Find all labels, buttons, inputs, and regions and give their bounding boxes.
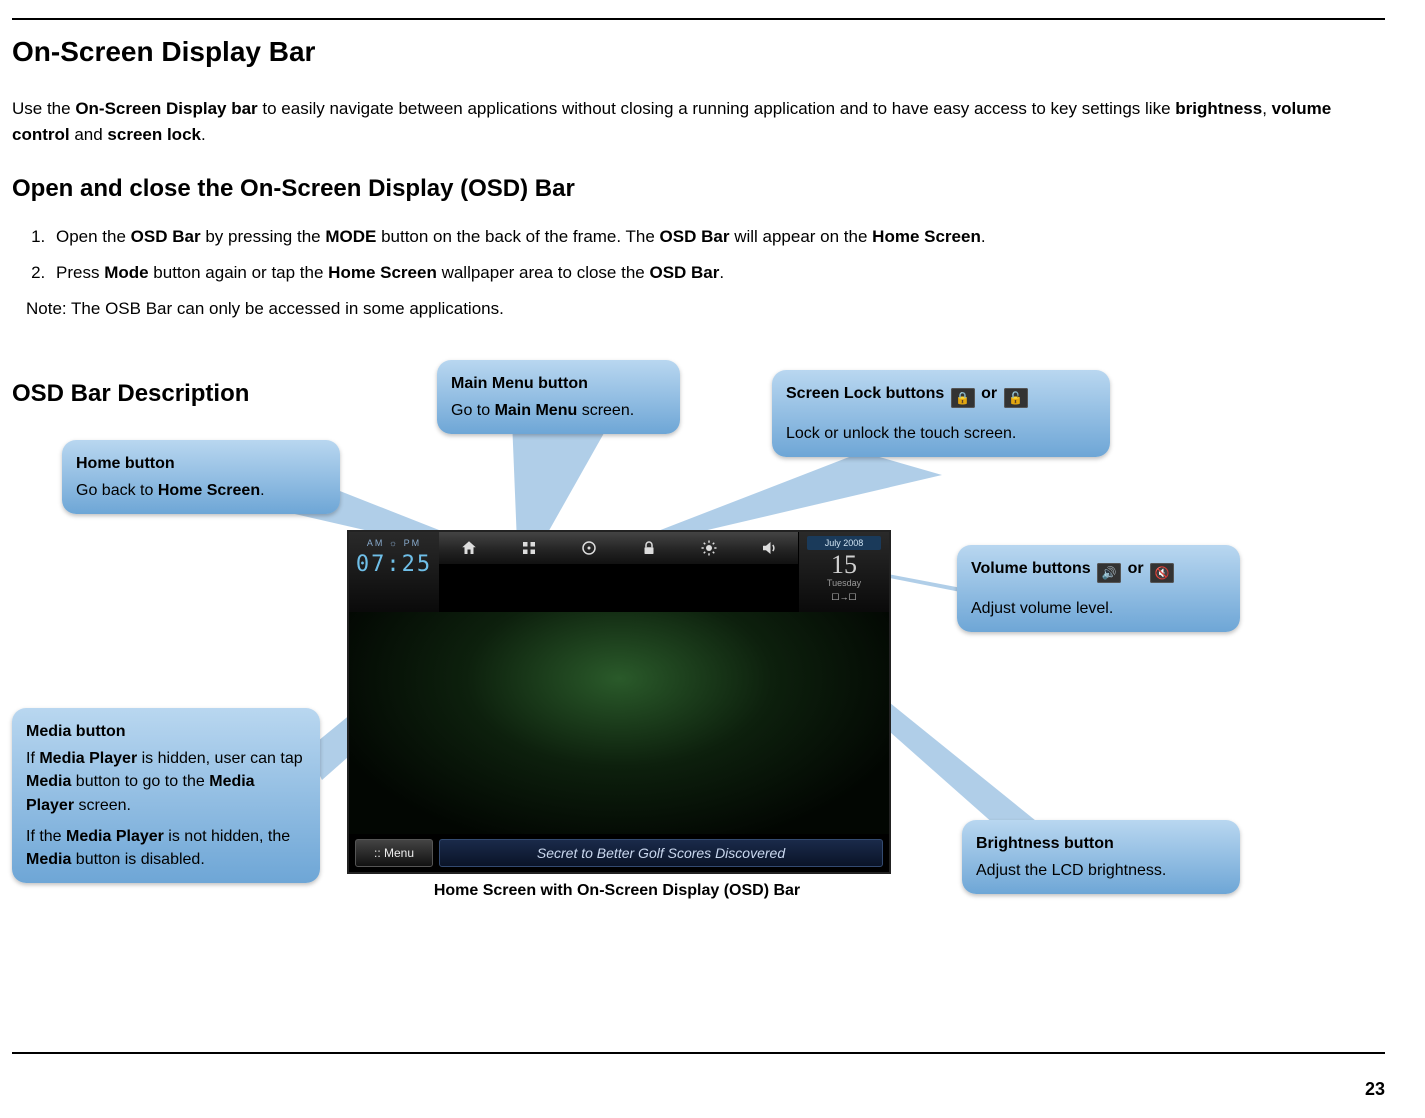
t: button again or tap the: [149, 263, 329, 282]
t: Home Screen: [158, 482, 260, 499]
t: Mode: [104, 263, 148, 282]
t: .: [201, 125, 206, 144]
t: Use the: [12, 99, 75, 118]
step-1: Open the OSD Bar by pressing the MODE bu…: [50, 227, 1385, 247]
unlock-icon: 🔓: [1004, 388, 1028, 408]
t: screen.: [577, 402, 634, 419]
t: Media: [26, 773, 71, 790]
callout-media: Media button If Media Player is hidden, …: [12, 708, 320, 883]
t: Go to: [451, 402, 495, 419]
figure-caption: Home Screen with On-Screen Display (OSD)…: [347, 882, 887, 900]
callout-title: Brightness button: [976, 832, 1226, 855]
calendar-month: July 2008: [807, 536, 881, 550]
callout-body: Adjust the LCD brightness.: [976, 862, 1166, 879]
t: is not hidden, the: [164, 828, 290, 845]
t: Home Screen: [872, 227, 981, 246]
t: Screen Lock buttons: [786, 385, 949, 402]
calendar-convert-icon: ☐→☐: [799, 592, 889, 603]
t: button on the back of the frame. The: [376, 227, 659, 246]
t: or: [1123, 560, 1148, 577]
callout-brightness: Brightness button Adjust the LCD brightn…: [962, 820, 1240, 894]
t: .: [981, 227, 986, 246]
t: screen.: [74, 797, 131, 814]
t: OSD Bar: [131, 227, 201, 246]
rule-bottom: [12, 1052, 1385, 1054]
osd-main-menu-button[interactable]: [517, 536, 541, 560]
steps-list: Open the OSD Bar by pressing the MODE bu…: [12, 227, 1385, 283]
lock-icon: 🔒: [951, 388, 975, 408]
callout-para-1: If Media Player is hidden, user can tap …: [26, 747, 306, 817]
callout-volume: Volume buttons 🔊 or 🔇 Adjust volume leve…: [957, 545, 1240, 632]
t: On-Screen Display bar: [75, 99, 257, 118]
device-footer: :: Menu Secret to Better Golf Scores Dis…: [349, 834, 889, 872]
t: ,: [1262, 99, 1271, 118]
osd-volume-button[interactable]: [757, 536, 781, 560]
t: button is disabled.: [71, 851, 204, 868]
step-2: Press Mode button again or tap the Home …: [50, 263, 1385, 283]
t: Press: [56, 263, 104, 282]
callout-screen-lock: Screen Lock buttons 🔒 or 🔓 Lock or unloc…: [772, 370, 1110, 457]
t: Volume buttons: [971, 560, 1095, 577]
osd-brightness-button[interactable]: [697, 536, 721, 560]
ampm-label: AM ☼ PM: [349, 532, 439, 548]
osd-lock-button[interactable]: [637, 536, 661, 560]
t: If the: [26, 828, 66, 845]
t: Media Player: [66, 828, 164, 845]
section-open-close: Open and close the On-Screen Display (OS…: [12, 175, 1385, 203]
callout-main-menu: Main Menu button Go to Main Menu screen.: [437, 360, 680, 434]
osd-media-button[interactable]: [577, 536, 601, 560]
clock-time: 07:25: [349, 548, 439, 577]
callout-title: Screen Lock buttons 🔒 or 🔓: [786, 382, 1096, 408]
menu-button[interactable]: :: Menu: [355, 839, 433, 867]
t: Media Player: [39, 750, 137, 767]
t: Home Screen: [328, 263, 437, 282]
callout-body: Adjust volume level.: [971, 600, 1113, 617]
clock-panel: AM ☼ PM 07:25: [349, 532, 440, 612]
page-title: On-Screen Display Bar: [12, 36, 1385, 68]
callout-title: Home button: [76, 452, 326, 475]
volume-icon: 🔊: [1097, 563, 1121, 583]
intro-paragraph: Use the On-Screen Display bar to easily …: [12, 96, 1385, 147]
callout-home: Home button Go back to Home Screen.: [62, 440, 340, 514]
t: is hidden, user can tap: [137, 750, 302, 767]
calendar-panel: July 2008 15 Tuesday ☐→☐: [798, 532, 889, 612]
rule-top: [12, 18, 1385, 20]
t: and: [70, 125, 108, 144]
device-screenshot: AM ☼ PM 07:25 July 2008 15 Tuesday ☐→☐ :…: [347, 530, 891, 874]
t: MODE: [325, 227, 376, 246]
t: button to go to the: [71, 773, 209, 790]
mute-icon: 🔇: [1150, 563, 1174, 583]
callout-title: Volume buttons 🔊 or 🔇: [971, 557, 1226, 583]
t: will appear on the: [729, 227, 872, 246]
callout-title: Main Menu button: [451, 372, 666, 395]
t: by pressing the: [201, 227, 326, 246]
t: to easily navigate between applications …: [258, 99, 1176, 118]
osd-bar: [439, 532, 799, 565]
t: If: [26, 750, 39, 767]
osd-home-button[interactable]: [457, 536, 481, 560]
t: Go back to: [76, 482, 158, 499]
wallpaper-area[interactable]: [349, 612, 889, 834]
page-number: 23: [1365, 1079, 1385, 1100]
calendar-day: 15: [799, 552, 889, 578]
t: Media: [26, 851, 71, 868]
t: screen lock: [107, 125, 201, 144]
note-text: Note: The OSB Bar can only be accessed i…: [26, 299, 1385, 319]
callout-body: Lock or unlock the touch screen.: [786, 425, 1016, 442]
calendar-dow: Tuesday: [799, 578, 889, 588]
news-ticker: Secret to Better Golf Scores Discovered: [439, 839, 883, 867]
t: brightness: [1175, 99, 1262, 118]
osd-diagram: OSD Bar Description Home button Go back …: [12, 360, 1385, 1038]
t: OSD Bar: [649, 263, 719, 282]
t: Open the: [56, 227, 131, 246]
t: Main Menu: [495, 402, 578, 419]
t: .: [719, 263, 724, 282]
t: OSD Bar: [660, 227, 730, 246]
t: .: [260, 482, 264, 499]
t: or: [977, 385, 1002, 402]
t: wallpaper area to close the: [437, 263, 650, 282]
callout-para-2: If the Media Player is not hidden, the M…: [26, 825, 306, 871]
section-osd-description: OSD Bar Description: [12, 380, 249, 408]
callout-title: Media button: [26, 720, 306, 743]
